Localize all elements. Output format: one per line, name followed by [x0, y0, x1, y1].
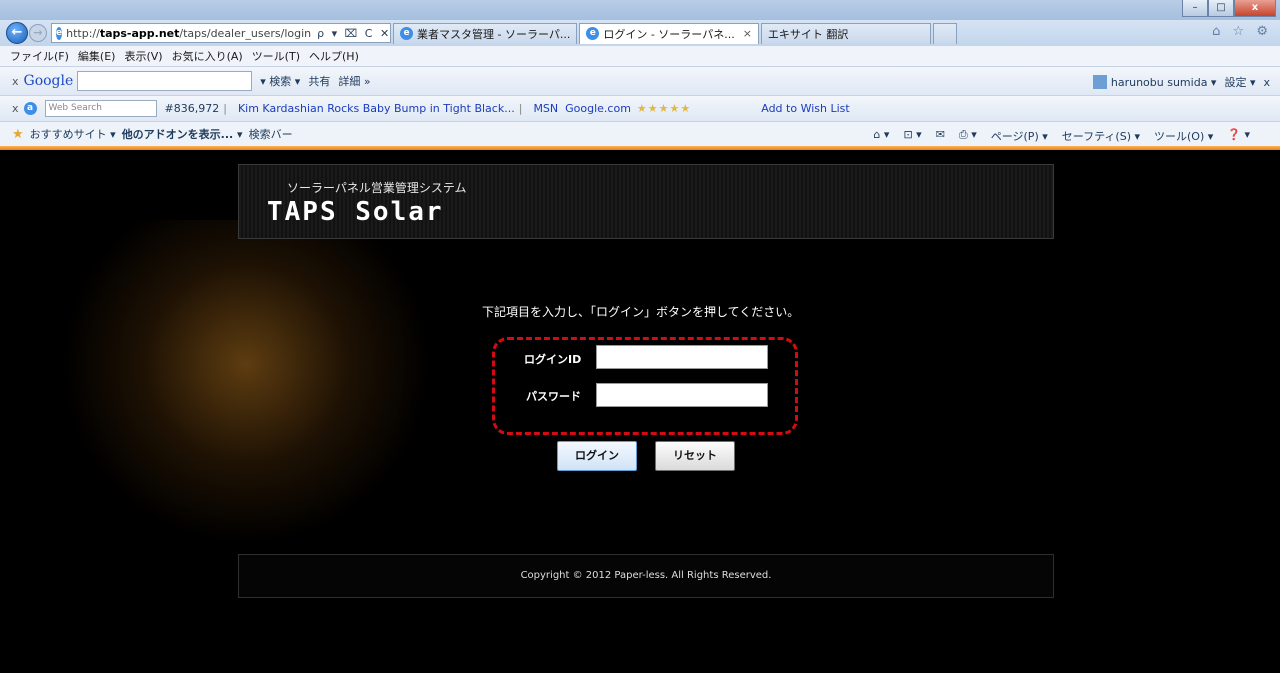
address-bar[interactable]: e http:// taps-app.net /taps/dealer_user…	[51, 23, 391, 43]
address-tools-icons[interactable]: ρ ▾ ⌧ C ✕	[317, 27, 391, 40]
taps-solar-logo: TAPS Solar	[267, 197, 444, 227]
system-subtitle: ソーラーパネル営業管理システム	[287, 181, 467, 195]
copyright-text: Copyright © 2012 Paper-less. All Rights …	[520, 570, 772, 581]
tab-login[interactable]: e ログイン - ソーラーパネ... ×	[579, 22, 759, 44]
google-toolbar: x Google ▾ 検索 ▾ 共有 詳細 » harunobu sumida …	[0, 66, 1280, 95]
page-menu[interactable]: ページ(P) ▾	[991, 128, 1048, 144]
menu-help[interactable]: ヘルプ(H)	[309, 48, 359, 64]
url-path: /taps/dealer_users/login	[179, 26, 312, 40]
favorites-bar: ★ おすすめサイト ▾ 他のアドオンを表示... ▾ 検索バー ⌂ ▾ ⊡ ▾ …	[0, 121, 1280, 146]
rating-stars[interactable]: ★★★★★	[637, 102, 691, 115]
tab-label: 業者マスタ管理 - ソーラーパ...	[417, 27, 571, 41]
tab-label: エキサイト 翻訳	[767, 27, 849, 41]
google-logo: Google	[23, 73, 74, 89]
link-msn[interactable]: MSN	[533, 102, 558, 115]
google-user-name[interactable]: harunobu sumida ▾	[1111, 76, 1217, 89]
login-id-label: ログインID	[524, 353, 582, 366]
rank-count: #836,972	[164, 102, 220, 115]
tools-menu[interactable]: ツール(O) ▾	[1154, 128, 1213, 144]
close-button[interactable]: x	[1234, 0, 1276, 17]
command-bar: ⌂ ▾ ⊡ ▾ ✉ ⎙ ▾ ページ(P) ▾ セーフティ(S) ▾ ツール(O)…	[859, 128, 1250, 144]
feeds-icon[interactable]: ⊡ ▾	[903, 128, 921, 144]
background-flare	[66, 220, 426, 540]
google-details-button[interactable]: 詳細 »	[338, 73, 370, 89]
reset-button[interactable]: リセット	[655, 441, 735, 471]
fav-recommended-sites[interactable]: おすすめサイト ▾	[30, 126, 116, 142]
title-bar: – □ x	[0, 0, 1280, 20]
url-prefix: http://	[66, 26, 100, 40]
tab-label: ログイン - ソーラーパネ...	[603, 27, 735, 41]
fav-more-addons[interactable]: 他のアドオンを表示... ▾	[122, 126, 243, 142]
google-settings-button[interactable]: 設定 ▾	[1224, 74, 1255, 90]
menu-favorites[interactable]: お気に入り(A)	[172, 48, 243, 64]
addon-logo-icon: a	[23, 102, 37, 115]
google-close-icon[interactable]: x	[1263, 76, 1270, 89]
window-buttons: – □ x	[1182, 0, 1276, 17]
google-search-button[interactable]: ▾ 検索 ▾	[260, 73, 300, 89]
print-icon[interactable]: ⎙ ▾	[959, 128, 977, 144]
link-kim-kardashian[interactable]: Kim Kardashian Rocks Baby Bump in Tight …	[238, 102, 515, 115]
home-favorites-tools-icons[interactable]: ⌂ ☆ ⚙	[1212, 24, 1272, 39]
fav-search-bar[interactable]: 検索バー	[249, 126, 293, 142]
home-icon[interactable]: ⌂ ▾	[873, 128, 889, 144]
tab-dealer-master[interactable]: e 業者マスタ管理 - ソーラーパ...	[393, 22, 578, 44]
url-host: taps-app.net	[99, 26, 180, 40]
google-share-button[interactable]: 共有	[308, 73, 330, 89]
menu-file[interactable]: ファイル(F)	[10, 48, 69, 64]
menu-bar: ファイル(F) 編集(E) 表示(V) お気に入り(A) ツール(T) ヘルプ(…	[0, 46, 1280, 66]
menu-tools[interactable]: ツール(T)	[252, 48, 300, 64]
login-id-input[interactable]	[596, 345, 768, 369]
safety-menu[interactable]: セーフティ(S) ▾	[1062, 128, 1140, 144]
password-input[interactable]	[596, 383, 768, 407]
user-avatar-icon	[1092, 75, 1107, 89]
ie-tab-icon: e	[400, 27, 413, 40]
ie-page-icon: e	[56, 26, 63, 40]
addon-toolbar: x a Web Search #836,972 | Kim Kardashian…	[0, 95, 1280, 121]
separator: |	[223, 102, 227, 115]
tab-excite-translate[interactable]: エキサイト 翻訳	[760, 22, 931, 44]
maximize-button[interactable]: □	[1208, 0, 1234, 17]
web-search-input[interactable]: Web Search	[44, 100, 157, 117]
site-header: ソーラーパネル営業管理システム TAPS Solar	[238, 164, 1054, 239]
site-footer: Copyright © 2012 Paper-less. All Rights …	[238, 554, 1054, 598]
link-google[interactable]: Google.com	[565, 102, 631, 115]
addon-toolbar-close-icon[interactable]: x	[12, 102, 19, 115]
login-page: ソーラーパネル営業管理システム TAPS Solar 下記項目を入力し、「ログイ…	[6, 150, 1280, 673]
mail-icon[interactable]: ✉	[936, 128, 945, 144]
new-tab-button[interactable]	[932, 22, 957, 44]
google-toolbar-close-icon[interactable]: x	[12, 75, 19, 88]
google-account-area: harunobu sumida ▾ 設定 ▾ x	[1092, 74, 1270, 90]
add-to-wishlist-link[interactable]: Add to Wish List	[761, 102, 849, 115]
tab-close-icon[interactable]: ×	[743, 27, 752, 40]
login-button[interactable]: ログイン	[557, 441, 637, 471]
favorites-star-icon[interactable]: ★	[12, 127, 24, 142]
menu-view[interactable]: 表示(V)	[124, 48, 162, 64]
google-search-input[interactable]	[77, 71, 253, 91]
separator: |	[518, 102, 523, 115]
menu-edit[interactable]: 編集(E)	[78, 48, 116, 64]
browser-chrome: – □ x ← → e http:// taps-app.net /taps/d…	[0, 0, 1280, 150]
login-instruction: 下記項目を入力し、「ログイン」ボタンを押してください。	[482, 305, 800, 319]
minimize-button[interactable]: –	[1182, 0, 1208, 17]
ie-tab-icon: e	[586, 27, 600, 40]
forward-button[interactable]: →	[29, 24, 47, 42]
help-icon[interactable]: ❓ ▾	[1227, 128, 1250, 144]
back-button[interactable]: ←	[6, 22, 28, 44]
navigation-bar: ← → e http:// taps-app.net /taps/dealer_…	[0, 20, 1280, 46]
password-label: パスワード	[526, 390, 581, 403]
